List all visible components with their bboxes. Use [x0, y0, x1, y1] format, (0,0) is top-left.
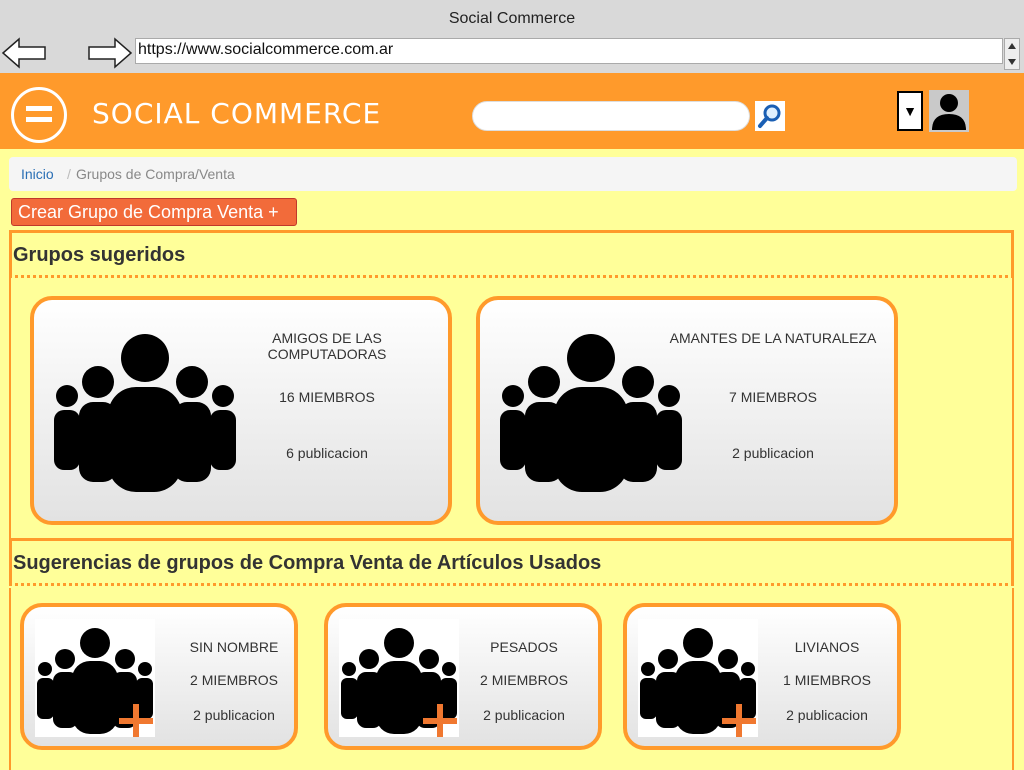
group-add-icon	[640, 628, 756, 738]
group-icon	[500, 334, 682, 492]
group-card[interactable]: SIN NOMBRE 2 MIEMBROS 2 publicacion	[20, 603, 298, 750]
group-icon	[54, 334, 236, 492]
group-add-icon	[341, 628, 457, 738]
app-header: SOCIAL COMMERCE ▼	[0, 73, 1024, 149]
breadcrumb: Inicio / Grupos de Compra/Venta	[9, 157, 1017, 191]
group-members: 2 MIEMBROS	[190, 672, 278, 688]
group-name: AMANTES DE LA NATURALEZA	[669, 330, 877, 346]
breadcrumb-current: Grupos de Compra/Venta	[76, 166, 235, 182]
group-name: PESADOS	[490, 639, 558, 655]
breadcrumb-separator: /	[67, 166, 71, 182]
group-posts: 6 publicacion	[286, 445, 368, 461]
section-border	[1012, 278, 1014, 540]
group-members: 7 MIEMBROS	[729, 389, 817, 405]
forward-arrow-icon[interactable]	[87, 37, 133, 69]
browser-chrome: Social Commerce https://www.socialcommer…	[0, 0, 1024, 73]
section-border	[9, 588, 11, 770]
group-name: LIVIANOS	[794, 639, 860, 655]
user-menu-dropdown[interactable]: ▼	[897, 91, 923, 131]
section-title: Grupos sugeridos	[13, 244, 186, 266]
group-members: 2 MIEMBROS	[480, 672, 568, 688]
used-items-section-header: Sugerencias de grupos de Compra Venta de…	[9, 538, 1014, 586]
group-posts: 2 publicacion	[193, 707, 275, 723]
group-posts: 2 publicacion	[732, 445, 814, 461]
group-thumbnail	[339, 619, 459, 738]
suggested-section-header: Grupos sugeridos	[9, 230, 1014, 278]
group-card[interactable]: LIVIANOS 1 MIEMBROS 2 publicacion	[623, 603, 901, 750]
group-members: 16 MIEMBROS	[279, 389, 375, 405]
search-icon	[758, 104, 781, 128]
back-arrow-icon[interactable]	[1, 37, 47, 69]
brand-title: SOCIAL COMMERCE	[92, 97, 382, 130]
menu-bar-icon	[26, 106, 52, 111]
url-input[interactable]: https://www.socialcommerce.com.ar	[135, 38, 1003, 64]
search-button[interactable]	[755, 101, 785, 131]
section-title: Sugerencias de grupos de Compra Venta de…	[13, 552, 602, 574]
group-posts: 2 publicacion	[786, 707, 868, 723]
avatar[interactable]	[929, 90, 969, 132]
group-name: SIN NOMBRE	[189, 639, 279, 655]
search-input[interactable]	[472, 101, 750, 131]
group-posts: 2 publicacion	[483, 707, 565, 723]
group-members: 1 MIEMBROS	[783, 672, 871, 688]
group-card[interactable]: AMANTES DE LA NATURALEZA 7 MIEMBROS 2 pu…	[476, 296, 898, 525]
breadcrumb-home-link[interactable]: Inicio	[21, 157, 54, 191]
group-card[interactable]: AMIGOS DE LAS COMPUTADORAS 16 MIEMBROS 6…	[30, 296, 452, 525]
create-group-button[interactable]: Crear Grupo de Compra Venta +	[11, 198, 297, 226]
group-thumbnail	[35, 619, 155, 738]
scroll-down-icon[interactable]	[1008, 59, 1016, 65]
group-thumbnail	[638, 619, 758, 738]
group-add-icon	[37, 628, 153, 738]
window-title: Social Commerce	[448, 10, 576, 27]
user-icon	[932, 94, 966, 130]
group-card[interactable]: PESADOS 2 MIEMBROS 2 publicacion	[324, 603, 602, 750]
section-border	[9, 278, 11, 540]
section-border	[1012, 588, 1014, 770]
url-scrollbar[interactable]	[1004, 38, 1020, 70]
menu-bar-icon	[26, 117, 52, 122]
group-name: AMIGOS DE LAS COMPUTADORAS	[267, 330, 387, 362]
menu-button[interactable]	[11, 87, 67, 143]
scroll-up-icon[interactable]	[1008, 43, 1016, 49]
